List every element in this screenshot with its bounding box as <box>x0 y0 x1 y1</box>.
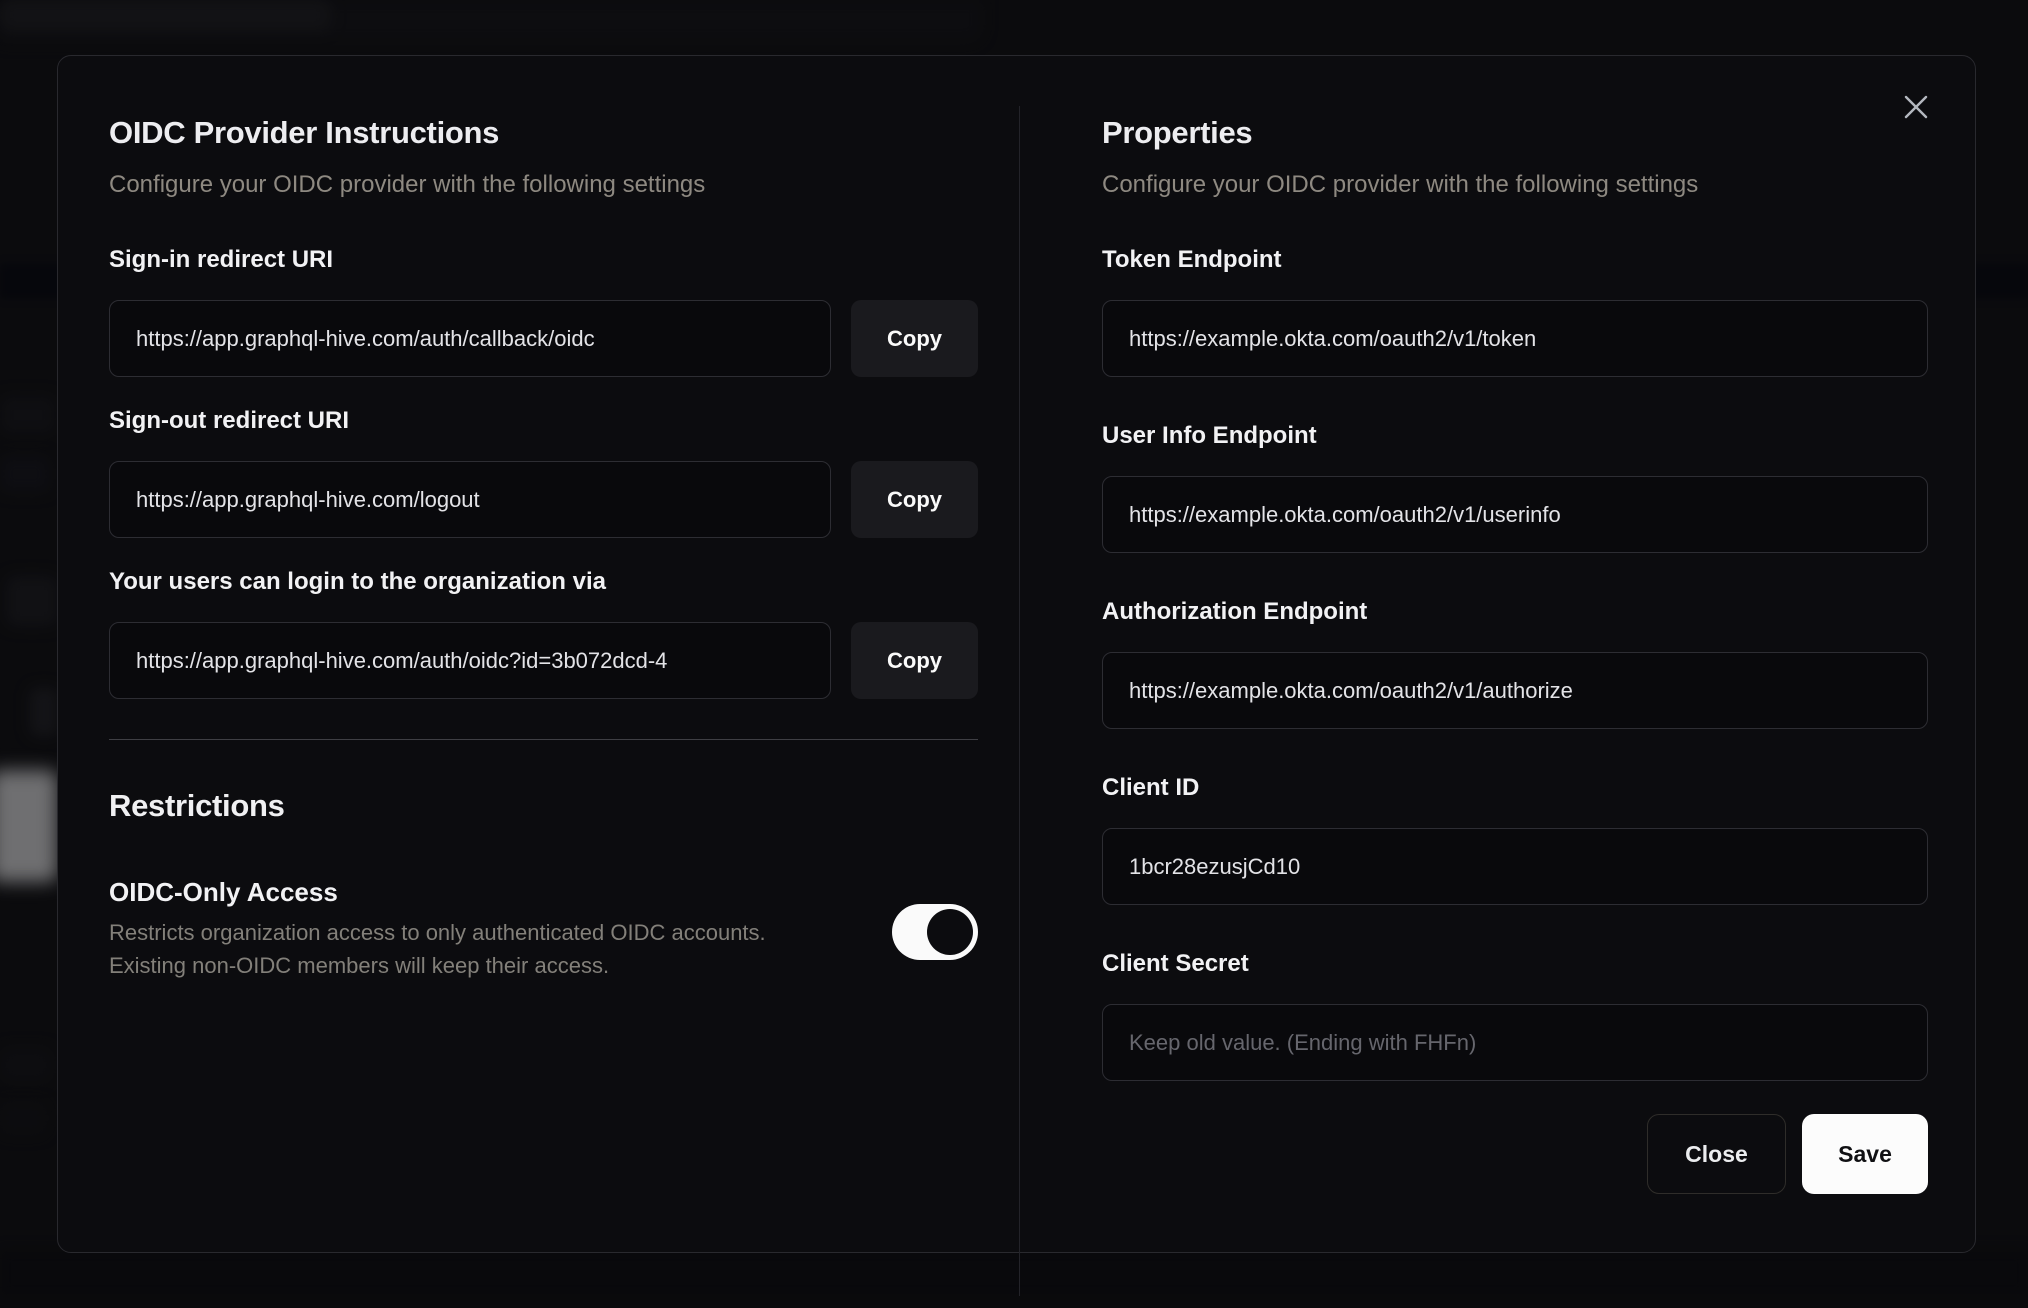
sign-in-redirect-uri-row: Copy <box>109 300 978 377</box>
user-info-endpoint-input[interactable] <box>1102 476 1928 553</box>
section-divider <box>109 739 978 740</box>
organization-login-uri-input[interactable] <box>109 622 831 699</box>
toggle-knob <box>927 909 973 955</box>
oidc-provider-dialog: OIDC Provider Instructions Configure you… <box>57 55 1976 1296</box>
properties-panel: Properties Configure your OIDC provider … <box>1102 113 1928 1194</box>
oidc-only-access-texts: OIDC-Only Access Restricts organization … <box>109 877 809 982</box>
column-divider <box>1019 106 1020 1296</box>
close-icon[interactable] <box>1901 92 1931 122</box>
save-button[interactable]: Save <box>1802 1114 1928 1194</box>
organization-login-uri-row: Copy <box>109 622 978 699</box>
client-id-label: Client ID <box>1102 774 1200 801</box>
oidc-only-access-label: OIDC-Only Access <box>109 877 338 907</box>
oidc-only-access-row: OIDC-Only Access Restricts organization … <box>109 877 978 982</box>
client-secret-label: Client Secret <box>1102 950 1249 977</box>
token-endpoint-input[interactable] <box>1102 300 1928 377</box>
instructions-subtitle: Configure your OIDC provider with the fo… <box>109 171 706 198</box>
copy-sign-in-uri-button[interactable]: Copy <box>851 300 978 377</box>
properties-subtitle: Configure your OIDC provider with the fo… <box>1102 171 1699 198</box>
client-id-input[interactable] <box>1102 828 1928 905</box>
token-endpoint-row <box>1102 300 1928 377</box>
instructions-panel: OIDC Provider Instructions Configure you… <box>109 113 978 982</box>
description-line-2: Existing non-OIDC members will keep thei… <box>109 953 610 978</box>
copy-login-uri-button[interactable]: Copy <box>851 622 978 699</box>
token-endpoint-label: Token Endpoint <box>1102 246 1282 273</box>
oidc-only-access-toggle[interactable] <box>892 904 978 960</box>
close-button[interactable]: Close <box>1647 1114 1786 1194</box>
authorization-endpoint-label: Authorization Endpoint <box>1102 598 1368 625</box>
authorization-endpoint-row <box>1102 652 1928 729</box>
sign-out-redirect-uri-input[interactable] <box>109 461 831 538</box>
copy-sign-out-uri-button[interactable]: Copy <box>851 461 978 538</box>
instructions-title: OIDC Provider Instructions <box>109 115 500 150</box>
sign-out-redirect-uri-label: Sign-out redirect URI <box>109 407 350 434</box>
sign-in-redirect-uri-label: Sign-in redirect URI <box>109 246 334 273</box>
client-id-row <box>1102 828 1928 905</box>
organization-login-uri-label: Your users can login to the organization… <box>109 568 606 595</box>
authorization-endpoint-input[interactable] <box>1102 652 1928 729</box>
sign-in-redirect-uri-input[interactable] <box>109 300 831 377</box>
properties-title: Properties <box>1102 115 1253 150</box>
user-info-endpoint-label: User Info Endpoint <box>1102 422 1317 449</box>
user-info-endpoint-row <box>1102 476 1928 553</box>
oidc-only-access-description: Restricts organization access to only au… <box>109 916 809 982</box>
description-line-1: Restricts organization access to only au… <box>109 920 766 945</box>
restrictions-title: Restrictions <box>109 788 285 823</box>
client-secret-row <box>1102 1004 1928 1081</box>
sign-out-redirect-uri-row: Copy <box>109 461 978 538</box>
dialog-actions: Close Save <box>1102 1114 1928 1194</box>
client-secret-input[interactable] <box>1102 1004 1928 1081</box>
